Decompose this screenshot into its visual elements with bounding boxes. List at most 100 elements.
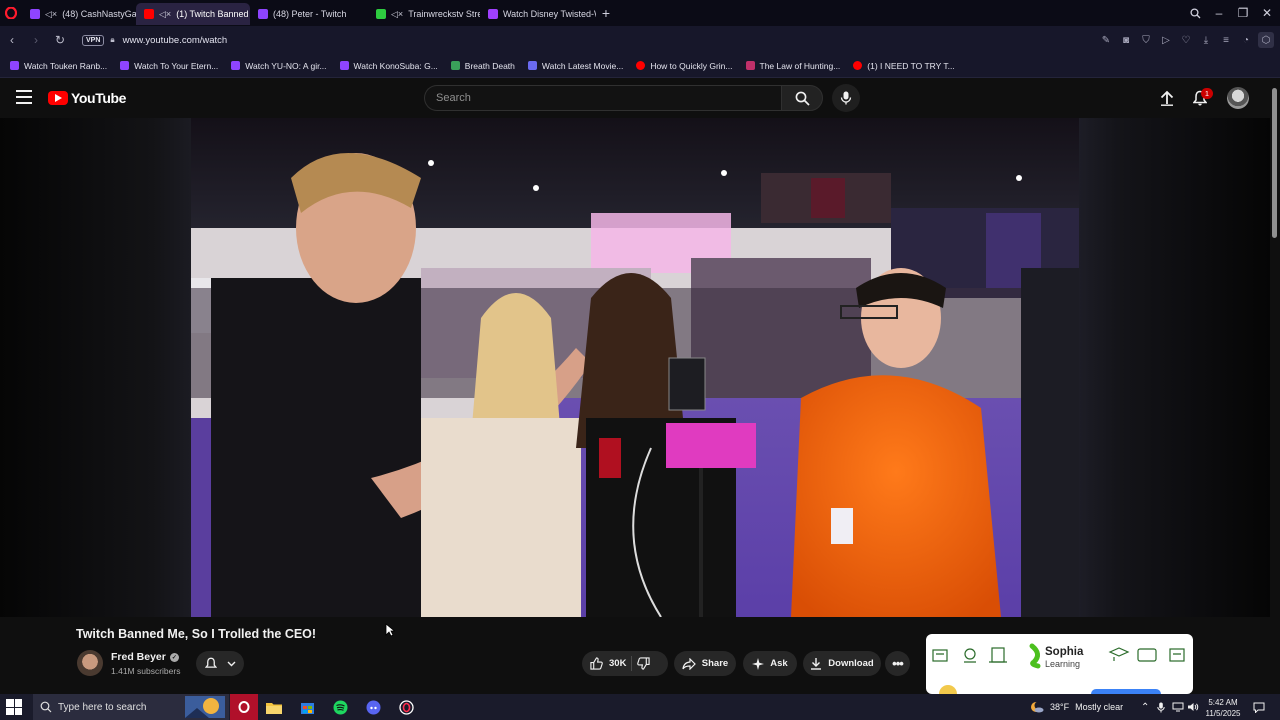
youtube-logo[interactable]: YouTube [48, 90, 126, 106]
bookmark-favicon-icon [853, 61, 863, 70]
weather-temperature: 38°F [1050, 702, 1070, 712]
browser-tab-active[interactable]: ◁× (1) Twitch Banned Me [136, 3, 250, 25]
ad-brand-name: Sophia [1045, 646, 1084, 658]
channel-name-link[interactable]: Fred Beyer ✓ [111, 651, 179, 663]
youtube-wordmark: YouTube [71, 90, 127, 106]
microsoft-store-icon[interactable] [295, 696, 319, 718]
minimize-icon[interactable]: – [1206, 0, 1232, 26]
ask-button[interactable]: Ask [743, 651, 797, 676]
bookmark-favicon-icon [339, 61, 349, 70]
youtube-header: YouTube Search [0, 78, 1280, 118]
profile-icon[interactable]: ◔ [1238, 32, 1254, 48]
address-url[interactable]: www.youtube.com/watch [123, 35, 228, 46]
taskbar-clock[interactable]: 5:42 AM 11/5/2025 [1200, 697, 1246, 719]
forward-arrow-icon[interactable]: › [24, 28, 48, 52]
share-button[interactable]: Share [674, 651, 736, 676]
ad-brand-subtitle: Learning [1045, 659, 1081, 669]
browser-toolbar-icons: ✎ ◙ ⛉ ▷ ♡ ⤓ ≡ ◔ ⬡ [1098, 26, 1274, 54]
edit-icon[interactable]: ✎ [1098, 32, 1114, 48]
search-input[interactable]: Search [424, 85, 782, 111]
bookmark-item[interactable]: Watch Latest Movie... [527, 61, 623, 71]
video-player[interactable] [191, 118, 1079, 617]
muted-speaker-icon[interactable]: ◁× [391, 9, 403, 20]
hamburger-menu-icon[interactable] [16, 90, 32, 104]
bookmark-item[interactable]: The Law of Hunting... [745, 61, 840, 71]
channel-name: Fred Beyer [111, 651, 166, 663]
upload-arrow-icon [1160, 90, 1174, 106]
muted-speaker-icon[interactable]: ◁× [45, 9, 57, 20]
download-arrow-icon [811, 658, 822, 670]
new-tab-plus-icon[interactable]: + [596, 3, 616, 23]
subscribed-notifications-button[interactable] [196, 651, 244, 676]
lock-icon[interactable]: 🔒︎ [110, 35, 114, 45]
extension-icon[interactable]: ⬡ [1258, 32, 1274, 48]
close-icon[interactable]: ✕ [1254, 0, 1280, 26]
bookmark-favicon-icon [120, 61, 130, 70]
channel-avatar[interactable] [77, 650, 103, 676]
bookmark-item[interactable]: Watch Touken Ranb... [10, 61, 107, 71]
browser-tab[interactable]: ◁× Trainwreckstv Stream [368, 3, 480, 25]
shield-icon[interactable]: ⛉ [1138, 32, 1154, 48]
more-actions-button[interactable]: ••• [885, 651, 910, 676]
upload-button[interactable] [1157, 88, 1177, 108]
bookmark-favicon-icon [527, 61, 537, 70]
opera-gx-icon[interactable] [394, 696, 418, 718]
dislike-button[interactable] [637, 657, 651, 670]
bookmark-item[interactable]: Breath Death [450, 61, 515, 71]
camera-snapshot-icon[interactable]: ◙ [1118, 32, 1134, 48]
browser-address-bar-row: ‹ › ↻ VPN 🔒︎ www.youtube.com/watch ✎ ◙ ⛉… [0, 26, 1280, 54]
spotify-icon[interactable] [328, 696, 352, 718]
muted-speaker-icon[interactable]: ◁× [159, 9, 171, 20]
like-divider [631, 656, 633, 671]
bookmark-favicon-icon [10, 61, 19, 70]
windows-start-icon[interactable] [6, 699, 22, 715]
file-explorer-icon[interactable] [262, 696, 286, 718]
volume-icon[interactable] [1187, 694, 1199, 720]
network-icon[interactable] [1172, 694, 1184, 720]
voice-search-button[interactable] [832, 84, 860, 112]
download-icon[interactable]: ⤓ [1198, 32, 1214, 48]
windows-taskbar: Type here to search 38°F Mostly clear ⌃ [0, 694, 1280, 720]
tab-label: Watch Disney Twisted-Wo [503, 9, 596, 19]
youtube-favicon-icon [144, 9, 154, 19]
bookmark-favicon-icon [745, 61, 755, 70]
discord-icon[interactable] [361, 696, 385, 718]
taskbar-search-input[interactable]: Type here to search [33, 694, 229, 720]
menu-lines-icon[interactable]: ≡ [1218, 32, 1234, 48]
reload-icon[interactable]: ↻ [48, 28, 72, 52]
notification-count-badge: 1 [1201, 88, 1213, 99]
bookmark-item[interactable]: Watch KonoSuba: G... [339, 61, 438, 71]
tray-chevron-up-icon[interactable]: ⌃ [1141, 694, 1149, 720]
notification-center-icon[interactable] [1253, 694, 1265, 720]
restore-icon[interactable]: ❐ [1230, 0, 1256, 26]
browser-tab-strip: ◁× (48) CashNastyGaming ◁× (1) Twitch Ba… [0, 0, 1280, 26]
sparkle-icon [752, 657, 765, 670]
bookmark-favicon-icon [231, 61, 241, 70]
tab-search-icon[interactable] [1182, 0, 1208, 26]
crunchyroll-favicon-icon [488, 9, 498, 19]
microphone-tray-icon[interactable] [1157, 694, 1165, 720]
browser-tab[interactable]: Watch Disney Twisted-Wo [480, 3, 596, 25]
back-arrow-icon[interactable]: ‹ [0, 28, 24, 52]
thumbs-down-icon [637, 657, 651, 670]
bookmark-item[interactable]: (1) I NEED TO TRY T... [853, 61, 955, 71]
tab-label: (48) Peter - Twitch [273, 9, 347, 19]
browser-tab[interactable]: ◁× (48) CashNastyGaming [22, 3, 136, 25]
player-icon[interactable]: ▷ [1158, 32, 1174, 48]
search-icon [40, 701, 52, 713]
like-button[interactable]: 30K [590, 657, 626, 670]
bookmark-item[interactable]: Watch To Your Etern... [120, 61, 218, 71]
vpn-badge[interactable]: VPN [82, 34, 105, 46]
heart-icon[interactable]: ♡ [1178, 32, 1194, 48]
page-scrollbar-thumb[interactable] [1272, 88, 1277, 238]
bell-icon [204, 657, 217, 668]
weather-widget[interactable]: 38°F Mostly clear [1030, 694, 1123, 720]
bookmark-item[interactable]: Watch YU-NO: A gir... [231, 61, 327, 71]
search-button[interactable] [781, 85, 823, 111]
browser-tab[interactable]: (48) Peter - Twitch [250, 3, 368, 25]
bookmark-item[interactable]: How to Quickly Grin... [636, 61, 733, 71]
opera-logo-icon[interactable] [0, 0, 22, 26]
download-button[interactable]: Download [803, 651, 881, 676]
account-avatar[interactable] [1227, 87, 1249, 109]
opera-taskbar-icon[interactable] [230, 694, 258, 720]
